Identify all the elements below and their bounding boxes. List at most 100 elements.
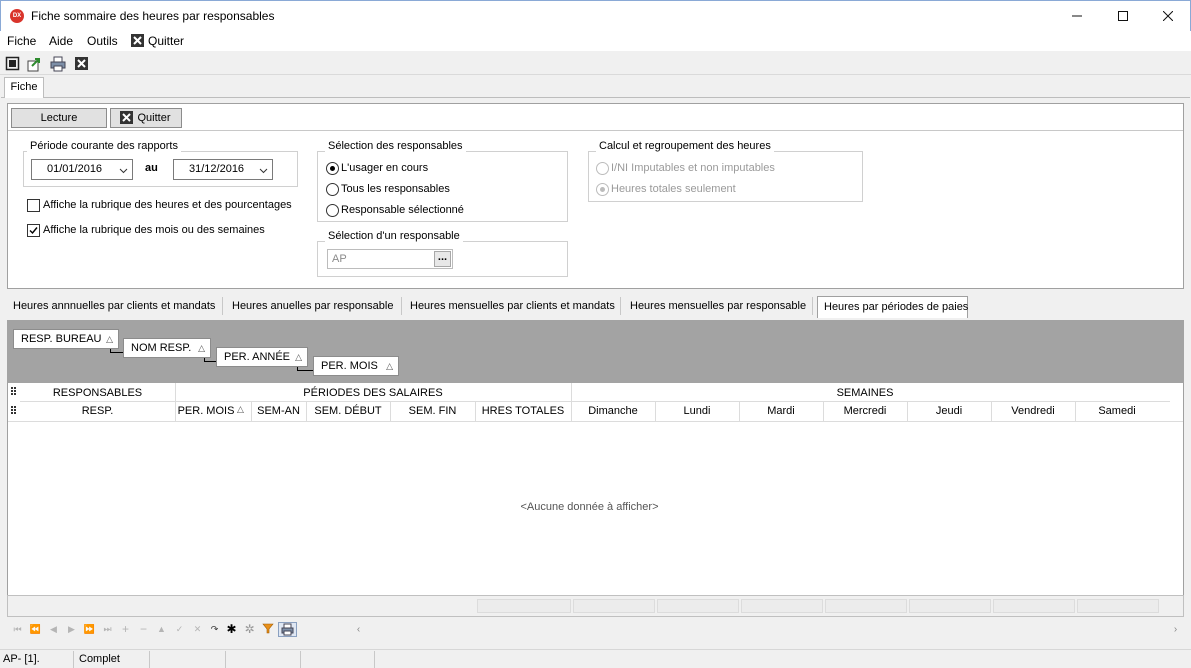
current-user-radio[interactable] [326,162,339,175]
to-date-value: 31/12/2016 [189,163,245,175]
group-chip-nom-resp[interactable]: NOM RESP. △ [123,338,211,358]
menu-aide[interactable]: Aide [49,34,73,48]
calc-group-title: Calcul et regroupement des heures [596,140,774,152]
previous-record-icon[interactable]: ◀ [46,622,61,637]
column-mardi[interactable]: Mardi [739,405,823,417]
months-weeks-checkbox[interactable] [27,224,40,237]
footer-cell [993,599,1075,613]
tab-fiche[interactable]: Fiche [4,77,44,98]
column-jeudi[interactable]: Jeudi [907,405,991,417]
selected-responsable-label: Responsable sélectionné [341,204,464,216]
band-indicator-icon[interactable] [11,387,17,396]
toolbar [0,51,1191,75]
insert-record-icon[interactable]: + [118,622,133,637]
close-icon[interactable] [74,56,90,72]
band-semaines[interactable]: SEMAINES [571,387,1159,399]
maximize-button[interactable] [1100,1,1146,31]
column-per-mois[interactable]: PER. MOIS [175,405,237,417]
from-date-combo[interactable]: 01/01/2016 [31,159,133,180]
all-responsables-radio[interactable] [326,183,339,196]
group-chip-per-annee[interactable]: PER. ANNÉE △ [216,347,308,367]
divider [300,651,301,668]
column-samedi[interactable]: Samedi [1075,405,1159,417]
group-chip-label: RESP. BUREAU [21,333,102,345]
lookup-button[interactable]: ... [434,251,451,267]
status-state-cell: Complet [79,653,120,665]
band-responsables[interactable]: RESPONSABLES [20,387,175,399]
group-chip-per-mois[interactable]: PER. MOIS △ [313,356,399,376]
previous-page-icon[interactable]: ⏪ [28,622,43,637]
last-record-icon[interactable]: ⏭ [100,622,115,637]
empty-grid-message: <Aucune donnée à afficher> [520,501,659,513]
status-user-cell: AP- [1]. [3,653,40,665]
tab-divider [812,297,813,315]
footer-cell [825,599,907,613]
print-icon[interactable] [278,622,297,637]
refresh-icon[interactable]: ↷ [207,622,222,637]
group-connector [110,349,124,353]
status-bar: AP- [1]. Complet [0,649,1191,668]
title-bar: DX Fiche sommaire des heures par respons… [0,0,1191,31]
group-connector [204,358,216,362]
column-indicator-icon[interactable] [11,406,17,415]
column-mercredi[interactable]: Mercredi [823,405,907,417]
single-responsable-title: Sélection d'un responsable [325,230,463,242]
scroll-left-icon[interactable]: ‹ [351,622,366,637]
filter-icon[interactable] [260,622,275,637]
footer-cell [657,599,739,613]
cancel-edit-icon[interactable]: ✕ [190,622,205,637]
bookmark-icon[interactable]: ✱ [224,622,239,637]
tab-monthly-responsable[interactable]: Heures mensuelles par responsable [624,296,812,318]
tab-divider [222,297,223,315]
next-page-icon[interactable]: ⏩ [82,622,97,637]
group-chip-label: PER. ANNÉE [224,351,291,363]
minimize-button[interactable] [1054,1,1100,31]
next-record-icon[interactable]: ▶ [64,622,79,637]
tab-annual-clients[interactable]: Heures annnuelles par clients et mandats [7,296,221,318]
column-sem-debut[interactable]: SEM. DÉBUT [306,405,390,417]
divider [149,651,150,668]
menu-outils[interactable]: Outils [87,34,118,48]
delete-record-icon[interactable]: − [136,622,151,637]
post-edit-icon[interactable]: ✓ [172,622,187,637]
chevron-down-icon[interactable] [259,163,268,182]
tab-divider [620,297,621,315]
menu-fiche[interactable]: Fiche [7,34,36,48]
menu-quitter[interactable]: Quitter [148,34,184,48]
group-chip-resp-bureau[interactable]: RESP. BUREAU △ [13,329,119,349]
footer-cell [909,599,991,613]
column-hres-totales[interactable]: HRES TOTALES [475,405,571,417]
imputable-radio[interactable] [596,162,609,175]
print-icon[interactable] [50,56,66,72]
column-dimanche[interactable]: Dimanche [571,405,655,417]
column-sem-an[interactable]: SEM-AN [251,405,306,417]
scroll-right-icon[interactable]: › [1168,622,1183,637]
lecture-button[interactable]: Lecture [11,108,107,128]
to-date-combo[interactable]: 31/12/2016 [173,159,273,180]
chevron-down-icon[interactable] [119,163,128,182]
tab-monthly-clients[interactable]: Heures mensuelles par clients et mandats [404,296,621,318]
clear-bookmark-icon[interactable]: ✲ [242,622,257,637]
window-icon[interactable] [5,56,21,72]
band-periodes[interactable]: PÉRIODES DES SALAIRES [175,387,571,399]
column-vendredi[interactable]: Vendredi [991,405,1075,417]
export-icon[interactable] [27,56,43,72]
all-responsables-label: Tous les responsables [341,183,450,195]
edit-record-icon[interactable]: ▲ [154,622,169,637]
close-window-button[interactable] [1145,1,1191,31]
tab-pay-periods[interactable]: Heures par périodes de paies [817,296,968,318]
responsables-group-title: Sélection des responsables [325,140,466,152]
selected-responsable-radio[interactable] [326,204,339,217]
tab-annual-responsable[interactable]: Heures anuelles par responsable [226,296,399,318]
first-record-icon[interactable]: ⏮ [10,622,25,637]
tab-divider [401,297,402,315]
sort-icon: △ [106,334,113,344]
total-hours-radio[interactable] [596,183,609,196]
column-resp[interactable]: RESP. [20,405,175,417]
hours-percent-checkbox[interactable] [27,199,40,212]
footer-cell [477,599,571,613]
column-lundi[interactable]: Lundi [655,405,739,417]
data-grid: RESPONSABLES PÉRIODES DES SALAIRES SEMAI… [7,383,1184,595]
column-sem-fin[interactable]: SEM. FIN [390,405,475,417]
quit-icon[interactable] [131,34,144,47]
